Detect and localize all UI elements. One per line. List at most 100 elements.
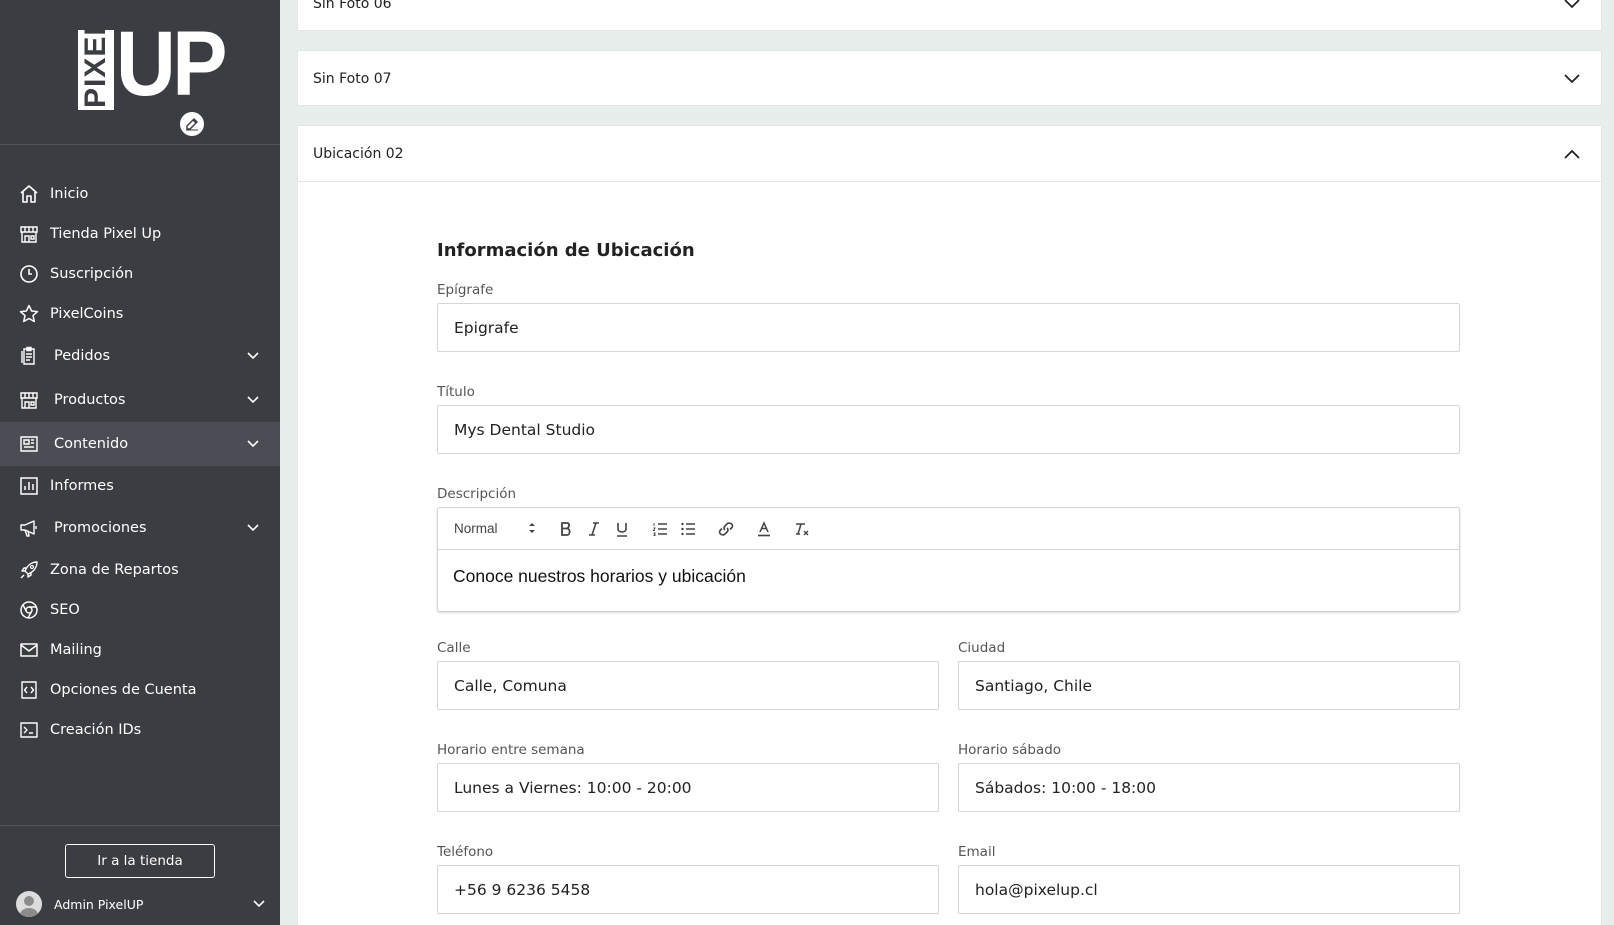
sidebar-item-label: Productos: [54, 392, 126, 408]
accordion-sin-foto-07: Sin Foto 07: [297, 50, 1602, 106]
edit-icon: [186, 118, 198, 131]
chevron-down-icon: [1564, 73, 1580, 83]
rocket-icon: [18, 559, 40, 581]
clock-icon: [18, 263, 40, 285]
accordion-header[interactable]: Sin Foto 06: [298, 0, 1601, 31]
sidebar-item-opciones-cuenta[interactable]: Opciones de Cuenta: [0, 670, 280, 710]
sidebar-item-label: SEO: [50, 602, 80, 618]
logo-vertical-text: PIXEL: [79, 16, 112, 108]
ordered-list-button[interactable]: [646, 517, 674, 541]
sidebar-item-label: PixelCoins: [50, 306, 124, 322]
sidebar-item-label: Promociones: [54, 520, 147, 536]
sidebar-item-label: Tienda Pixel Up: [50, 226, 162, 242]
horario-semana-input[interactable]: Lunes a Viernes: 10:00 - 20:00: [437, 763, 939, 812]
format-select[interactable]: Normal: [454, 517, 542, 541]
sidebar-item-contenido[interactable]: Contenido: [0, 422, 280, 466]
sidebar-item-productos[interactable]: Productos: [0, 378, 280, 422]
descripcion-label: Descripción: [437, 486, 517, 502]
accordion-header[interactable]: Sin Foto 07: [298, 51, 1601, 106]
bold-button[interactable]: [552, 517, 580, 541]
chevron-down-icon: [247, 440, 259, 448]
logo-pixel-box: PIXEL: [78, 16, 114, 110]
sidebar-item-pedidos[interactable]: Pedidos: [0, 334, 280, 378]
ciudad-input[interactable]: Santiago, Chile: [958, 661, 1460, 710]
avatar: [16, 891, 42, 917]
ordered-list-icon: [652, 522, 667, 536]
home-icon: [18, 183, 40, 205]
chevron-down-icon: [247, 524, 259, 532]
sidebar-item-zona-repartos[interactable]: Zona de Repartos: [0, 550, 280, 590]
chevron-down-icon: [247, 352, 259, 360]
sidebar-item-mailing[interactable]: Mailing: [0, 630, 280, 670]
epigrafe-input[interactable]: Epigrafe: [437, 303, 1460, 352]
accordion-sin-foto-06: Sin Foto 06: [297, 0, 1602, 31]
sidebar-item-label: Creación IDs: [50, 722, 142, 738]
text-color-button[interactable]: [750, 517, 778, 541]
italic-button[interactable]: [580, 517, 608, 541]
sidebar-item-seo[interactable]: SEO: [0, 590, 280, 630]
logo-area: PIXEL UP: [0, 0, 280, 145]
clear-format-icon: [796, 522, 809, 535]
chevron-down-icon: [247, 396, 259, 404]
epigrafe-label: Epígrafe: [437, 282, 494, 298]
megaphone-icon: [18, 517, 40, 539]
accordion-header[interactable]: Ubicación 02: [298, 126, 1601, 181]
accordion-body: Información de Ubicación Epígrafe Epigra…: [298, 181, 1601, 914]
telefono-label: Teléfono: [437, 844, 494, 860]
sidebar-item-suscripcion[interactable]: Suscripción: [0, 254, 280, 294]
sidebar-item-label: Mailing: [50, 642, 102, 658]
select-arrows-icon: [529, 522, 535, 533]
clear-format-button[interactable]: [788, 517, 816, 541]
sidebar-item-label: Informes: [50, 478, 114, 494]
clipboard-icon: [18, 345, 40, 367]
accordion-ubicacion-02: Ubicación 02 Información de Ubicación Ep…: [297, 125, 1602, 925]
description-editor: Normal Conoce nuestros horarios y ubicac…: [437, 507, 1460, 612]
go-to-store-button[interactable]: Ir a la tienda: [65, 844, 215, 878]
calle-input[interactable]: Calle, Comuna: [437, 661, 939, 710]
chevron-up-icon: [1564, 149, 1580, 159]
italic-icon: [589, 521, 599, 536]
chart-icon: [18, 475, 40, 497]
form-title: Información de Ubicación: [437, 240, 695, 261]
telefono-input[interactable]: +56 9 6236 5458: [437, 865, 939, 914]
chevron-down-icon: [1564, 0, 1580, 8]
calle-label: Calle: [437, 640, 471, 656]
ciudad-label: Ciudad: [958, 640, 1006, 656]
edit-logo-button[interactable]: [180, 112, 204, 136]
link-icon: [718, 521, 734, 536]
underline-button[interactable]: [608, 517, 636, 541]
sidebar: PIXEL UP Inicio Tienda Pixel Up Suscripc…: [0, 0, 280, 925]
sidebar-item-inicio[interactable]: Inicio: [0, 174, 280, 214]
chrome-icon: [18, 599, 40, 621]
terminal-icon: [18, 719, 40, 741]
user-menu[interactable]: Admin PixelUP: [16, 889, 266, 919]
sidebar-item-label: Zona de Repartos: [50, 562, 179, 578]
sidebar-item-promociones[interactable]: Promociones: [0, 506, 280, 550]
bold-icon: [561, 521, 571, 536]
sidebar-item-informes[interactable]: Informes: [0, 466, 280, 506]
store-icon: [18, 223, 40, 245]
horario-sabado-input[interactable]: Sábados: 10:00 - 18:00: [958, 763, 1460, 812]
titulo-input[interactable]: Mys Dental Studio: [437, 405, 1460, 454]
email-input[interactable]: hola@pixelup.cl: [958, 865, 1460, 914]
star-icon: [18, 303, 40, 325]
sidebar-item-pixelcoins[interactable]: PixelCoins: [0, 294, 280, 334]
main-content: Sin Foto 06 Sin Foto 07 Ubicación 02 Inf…: [297, 0, 1602, 925]
pixelup-logo[interactable]: PIXEL UP: [78, 14, 227, 114]
accordion-title: Sin Foto 07: [313, 70, 392, 87]
sidebar-item-label: Contenido: [54, 436, 129, 452]
sidebar-item-creacion-ids[interactable]: Creación IDs: [0, 710, 280, 750]
bullet-list-icon: [681, 522, 695, 535]
link-button[interactable]: [712, 517, 740, 541]
editor-content[interactable]: Conoce nuestros horarios y ubicación: [438, 550, 1459, 612]
sidebar-nav: Inicio Tienda Pixel Up Suscripción Pixel…: [0, 174, 280, 750]
sidebar-item-label: Inicio: [50, 186, 89, 202]
accordion-title: Ubicación 02: [313, 145, 404, 162]
sidebar-item-tienda[interactable]: Tienda Pixel Up: [0, 214, 280, 254]
bullet-list-button[interactable]: [674, 517, 702, 541]
logo-main-text: UP: [116, 13, 227, 115]
editor-toolbar: Normal: [438, 508, 1459, 550]
sidebar-footer: Ir a la tienda Admin PixelUP: [0, 825, 280, 925]
mail-icon: [18, 639, 40, 661]
text-color-icon: [758, 520, 770, 536]
